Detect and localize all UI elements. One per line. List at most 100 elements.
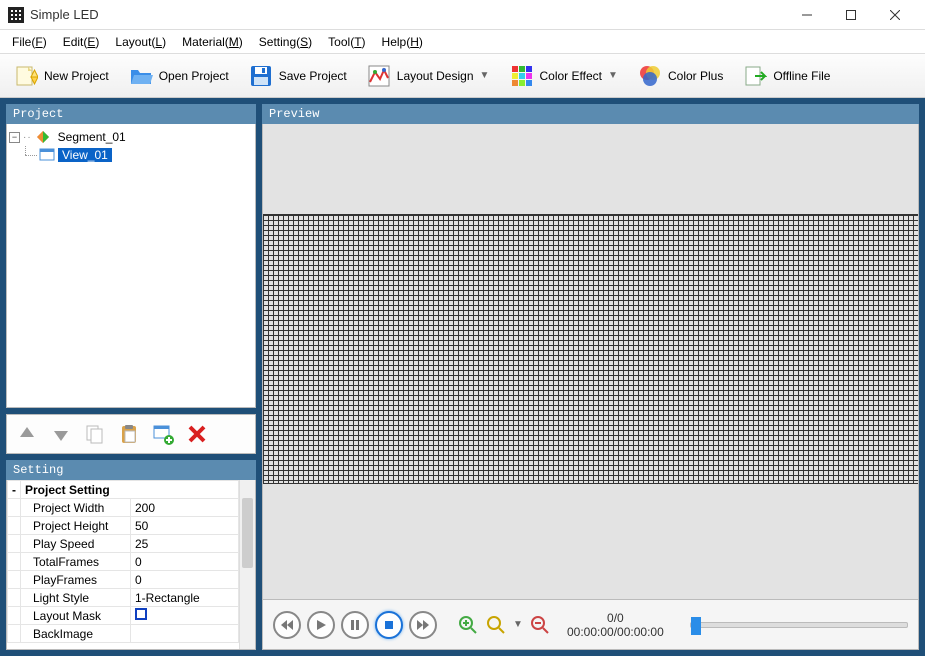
view-icon: [39, 147, 55, 163]
menu-setting[interactable]: Setting(S): [251, 35, 320, 49]
app-icon: [8, 7, 24, 23]
save-icon: [249, 64, 273, 88]
prop-key: Layout Mask: [21, 607, 131, 625]
layout-design-button[interactable]: Layout Design ▼: [359, 60, 498, 92]
scrollbar-thumb[interactable]: [242, 498, 253, 568]
setting-panel: Setting -Project Setting Project Width20…: [6, 460, 256, 650]
preview-canvas[interactable]: [262, 124, 919, 600]
open-project-label: Open Project: [159, 69, 229, 83]
minimize-button[interactable]: [785, 0, 829, 30]
preview-panel-header: Preview: [262, 104, 919, 124]
prop-value[interactable]: 0: [131, 553, 239, 571]
play-button[interactable]: [307, 611, 335, 639]
frame-info: 0/0 00:00:00/00:00:00: [567, 611, 664, 639]
section-toggle[interactable]: -: [8, 481, 21, 499]
new-project-label: New Project: [44, 69, 109, 83]
dropdown-arrow-icon[interactable]: ▼: [608, 70, 618, 81]
maximize-button[interactable]: [829, 0, 873, 30]
menu-help[interactable]: Help(H): [374, 35, 431, 49]
paste-button[interactable]: [115, 420, 143, 448]
color-effect-icon: [510, 64, 534, 88]
body-frame: Project − ·· Segment_01 View_01: [0, 98, 925, 656]
property-scrollbar[interactable]: [239, 480, 255, 649]
move-down-button[interactable]: [47, 420, 75, 448]
close-button[interactable]: [873, 0, 917, 30]
segment-icon: [35, 129, 51, 145]
open-folder-icon: [129, 64, 153, 88]
stop-button[interactable]: [375, 611, 403, 639]
menu-tool[interactable]: Tool(T): [320, 35, 373, 49]
forward-button[interactable]: [409, 611, 437, 639]
pause-button[interactable]: [341, 611, 369, 639]
zoom-out-button[interactable]: [529, 614, 551, 636]
preview-padding-bottom: [263, 484, 918, 599]
menu-file[interactable]: File(F): [4, 35, 55, 49]
frame-counter: 0/0: [607, 611, 624, 625]
project-panel-header: Project: [6, 104, 256, 124]
prop-key: TotalFrames: [21, 553, 131, 571]
color-effect-button[interactable]: Color Effect ▼: [502, 60, 626, 92]
delete-button[interactable]: [183, 420, 211, 448]
preview-panel: Preview: [262, 104, 919, 600]
prop-value[interactable]: 200: [131, 499, 239, 517]
save-project-button[interactable]: Save Project: [241, 60, 355, 92]
color-plus-label: Color Plus: [668, 69, 723, 83]
prop-value[interactable]: 1-Rectangle: [131, 589, 239, 607]
layout-design-icon: [367, 64, 391, 88]
layout-design-label: Layout Design: [397, 69, 474, 83]
prop-value[interactable]: 50: [131, 517, 239, 535]
color-plus-icon: [638, 64, 662, 88]
prop-key: Play Speed: [21, 535, 131, 553]
copy-button[interactable]: [81, 420, 109, 448]
timeline-slider[interactable]: [690, 622, 908, 628]
window-title: Simple LED: [30, 7, 785, 22]
dropdown-arrow-icon[interactable]: ▼: [480, 70, 490, 81]
time-counter: 00:00:00/00:00:00: [567, 625, 664, 639]
color-plus-button[interactable]: Color Plus: [630, 60, 731, 92]
zoom-in-button[interactable]: [457, 614, 479, 636]
save-project-label: Save Project: [279, 69, 347, 83]
offline-file-icon: [743, 64, 767, 88]
menu-layout[interactable]: Layout(L): [107, 35, 174, 49]
mask-swatch-icon: [135, 608, 147, 620]
prop-key: Light Style: [21, 589, 131, 607]
prop-value[interactable]: 25: [131, 535, 239, 553]
new-project-button[interactable]: New Project: [6, 60, 117, 92]
project-tree: − ·· Segment_01 View_01: [6, 124, 256, 408]
setting-panel-header: Setting: [6, 460, 256, 480]
preview-padding-top: [263, 124, 918, 214]
move-up-button[interactable]: [13, 420, 41, 448]
section-title: Project Setting: [21, 481, 239, 499]
project-toolbar: [6, 414, 256, 454]
tree-label-view: View_01: [58, 148, 112, 162]
main-toolbar: New Project Open Project Save Project La…: [0, 54, 925, 98]
right-column: Preview ▼ 0/0 00:00:00/00:00:00: [262, 104, 919, 650]
prop-value[interactable]: 0: [131, 571, 239, 589]
title-bar: Simple LED: [0, 0, 925, 30]
playback-bar: ▼ 0/0 00:00:00/00:00:00: [262, 600, 919, 650]
left-column: Project − ·· Segment_01 View_01: [6, 104, 256, 650]
offline-file-label: Offline File: [773, 69, 830, 83]
tree-connector: ··: [23, 132, 32, 143]
tree-item-view[interactable]: View_01: [9, 146, 253, 164]
project-panel: Project − ·· Segment_01 View_01: [6, 104, 256, 408]
offline-file-button[interactable]: Offline File: [735, 60, 838, 92]
prop-value-mask[interactable]: [131, 607, 239, 625]
menu-bar: File(F) Edit(E) Layout(L) Material(M) Se…: [0, 30, 925, 54]
new-project-icon: [14, 64, 38, 88]
prop-key: Project Height: [21, 517, 131, 535]
slider-thumb[interactable]: [691, 617, 701, 635]
zoom-current-button[interactable]: [485, 614, 507, 636]
prop-value[interactable]: [131, 625, 239, 643]
menu-edit[interactable]: Edit(E): [55, 35, 108, 49]
open-project-button[interactable]: Open Project: [121, 60, 237, 92]
color-effect-label: Color Effect: [540, 69, 602, 83]
rewind-button[interactable]: [273, 611, 301, 639]
tree-item-segment[interactable]: − ·· Segment_01: [9, 128, 253, 146]
add-view-button[interactable]: [149, 420, 177, 448]
property-grid: -Project Setting Project Width200 Projec…: [6, 480, 256, 650]
prop-key: Project Width: [21, 499, 131, 517]
tree-collapse-icon[interactable]: −: [9, 132, 20, 143]
zoom-dropdown[interactable]: ▼: [513, 619, 523, 630]
menu-material[interactable]: Material(M): [174, 35, 251, 49]
